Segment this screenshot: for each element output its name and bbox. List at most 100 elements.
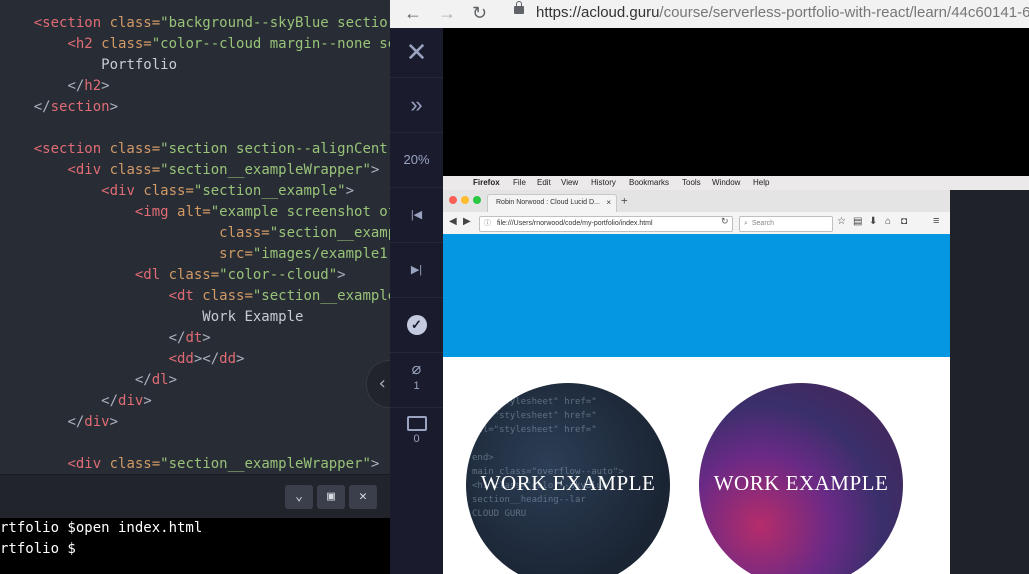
minimize-window-icon[interactable]	[461, 196, 469, 204]
comments-button[interactable]: 0	[390, 408, 443, 462]
pocket-icon[interactable]: ◘	[901, 216, 907, 227]
code-token: class=	[109, 141, 161, 157]
code-token: Portfolio	[101, 57, 178, 73]
code-line: Work Example	[0, 307, 303, 328]
browser-window: ← → ↻ https://acloud.guru/course/serverl…	[390, 0, 1029, 574]
reload-icon[interactable]: ↻	[472, 2, 487, 24]
code-token: class=	[143, 183, 194, 199]
complete-check-icon[interactable]: ✓	[390, 298, 443, 353]
example-code-line: end>	[472, 453, 494, 463]
comment-icon	[406, 416, 427, 431]
code-token: <div	[67, 162, 110, 178]
work-example-card[interactable]: rel="stylesheet" href=" rel="stylesheet" …	[466, 383, 670, 574]
firefox-address-bar[interactable]: ⓘ file:///Users/rnorwood/code/my-portfol…	[479, 216, 733, 232]
code-token: >	[345, 183, 355, 199]
code-token: <div	[67, 456, 110, 472]
code-token: </	[101, 393, 119, 409]
code-token: div	[118, 393, 144, 409]
download-icon[interactable]: ⬇	[869, 216, 877, 227]
code-token: Work Example	[202, 309, 304, 325]
code-line: </div>	[0, 391, 152, 412]
example-code-line: rel="stylesheet" href="	[472, 425, 597, 435]
code-token: </	[202, 351, 220, 367]
url-host: https://acloud.guru	[536, 4, 660, 21]
code-token: class=	[202, 288, 253, 304]
zoom-window-icon[interactable]	[473, 196, 481, 204]
code-line: </dl>	[0, 370, 177, 391]
code-editor[interactable]: <section class="background--skyBlue sect…	[0, 0, 390, 474]
maximize-icon[interactable]: ▣	[317, 485, 345, 509]
code-line: <section class="section section--alignCe…	[0, 139, 388, 160]
code-line: <div class="section__exampleWrapper">	[0, 160, 379, 181]
bookmark-star-icon[interactable]: ☆	[837, 216, 846, 227]
close-window-icon[interactable]	[449, 196, 457, 204]
browser-tab[interactable]: Robin Norwood : Cloud Lucid D... ×	[487, 194, 617, 213]
skip-forward-icon[interactable]: ▶|	[390, 243, 443, 298]
code-token: dt	[185, 330, 203, 346]
code-token: >	[168, 372, 178, 388]
chevron-down-icon[interactable]: ⌄	[285, 485, 313, 509]
code-line: class="section__exampleImage"	[0, 223, 390, 244]
code-token: class=	[168, 267, 220, 283]
address-bar[interactable]: https://acloud.guru/course/serverless-po…	[536, 4, 1029, 21]
work-example-card[interactable]: WORK EXAMPLE	[699, 383, 903, 574]
comments-count: 0	[413, 433, 420, 445]
forward-icon[interactable]: →	[438, 2, 456, 24]
playback-speed-button[interactable]: 20%	[390, 133, 443, 188]
code-token: "color--cloud margin--none sec	[151, 36, 390, 52]
site-examples: rel="stylesheet" href=" rel="stylesheet" …	[443, 357, 950, 574]
code-line: src="images/example1.png"/>	[0, 244, 390, 265]
code-token: <dd	[168, 351, 194, 367]
code-token: class=	[219, 225, 270, 241]
work-example-title: WORK EXAMPLE	[713, 471, 889, 495]
terminal[interactable]: rtfolio $open index.html rtfolio $	[0, 518, 390, 574]
code-token: <dl	[134, 267, 169, 283]
code-token: "images/example1.png"	[252, 246, 390, 262]
code-token: class=	[109, 15, 161, 31]
example-code-line: rel="stylesheet" href="	[472, 411, 597, 421]
reading-list-icon[interactable]: ▤	[853, 216, 862, 227]
code-token: </	[168, 330, 186, 346]
url-path: /course/serverless-portfolio-with-react/…	[659, 4, 1029, 21]
firefox-window: Robin Norwood : Cloud Lucid D... × + ◀ ▶…	[443, 190, 950, 574]
code-line: <h2 class="color--cloud margin--none sec	[0, 34, 390, 55]
code-line: </h2>	[0, 76, 109, 97]
tab-title: Robin Norwood : Cloud Lucid D...	[496, 199, 600, 206]
code-token: alt=	[177, 204, 211, 220]
back-icon[interactable]: ◀	[449, 216, 457, 227]
menu-icon[interactable]: ≡	[933, 215, 939, 227]
firefox-search-field[interactable]: ⌕ Search	[739, 216, 833, 232]
code-token: >	[143, 393, 152, 409]
new-tab-icon[interactable]: +	[621, 194, 628, 207]
close-icon[interactable]: ✕	[349, 485, 377, 509]
search-placeholder: Search	[751, 220, 775, 227]
code-token: >	[370, 162, 380, 178]
info-icon: ⓘ	[484, 220, 491, 227]
reload-icon[interactable]: ↻	[721, 216, 729, 227]
menu-item: Window	[712, 178, 741, 187]
code-token: >	[236, 351, 245, 367]
back-icon[interactable]: ←	[404, 2, 422, 24]
video-player[interactable]: Firefox File Edit View History Bookmarks…	[443, 28, 1029, 574]
forward-icon[interactable]: ▶	[463, 216, 471, 227]
menu-item: Firefox	[473, 178, 500, 187]
double-chevron-right-icon[interactable]: »	[390, 78, 443, 133]
course-sidebar: ✕ » 20% |◀ ▶| ✓ ⌀ 1 0	[390, 28, 444, 574]
code-token: >	[109, 414, 119, 430]
attachments-button[interactable]: ⌀ 1	[390, 353, 443, 408]
menu-item: View	[561, 178, 579, 187]
code-token: class=	[109, 162, 161, 178]
menu-item: File	[513, 178, 526, 187]
code-token: "background--skyBlue sectio	[160, 15, 388, 31]
code-token: >	[109, 99, 119, 115]
home-icon[interactable]: ⌂	[885, 216, 891, 227]
search-icon: ⌕	[744, 220, 748, 227]
skip-back-icon[interactable]: |◀	[390, 188, 443, 243]
code-line: <dd></dd>	[0, 349, 245, 370]
close-icon[interactable]: ✕	[390, 28, 443, 78]
code-line: <div class="section__exampleWrapper">	[0, 454, 379, 474]
code-line: </div>	[0, 412, 118, 433]
close-tab-icon[interactable]: ×	[606, 198, 611, 207]
attachments-count: 1	[413, 380, 420, 392]
code-line: <section class="background--skyBlue sect…	[0, 13, 388, 34]
